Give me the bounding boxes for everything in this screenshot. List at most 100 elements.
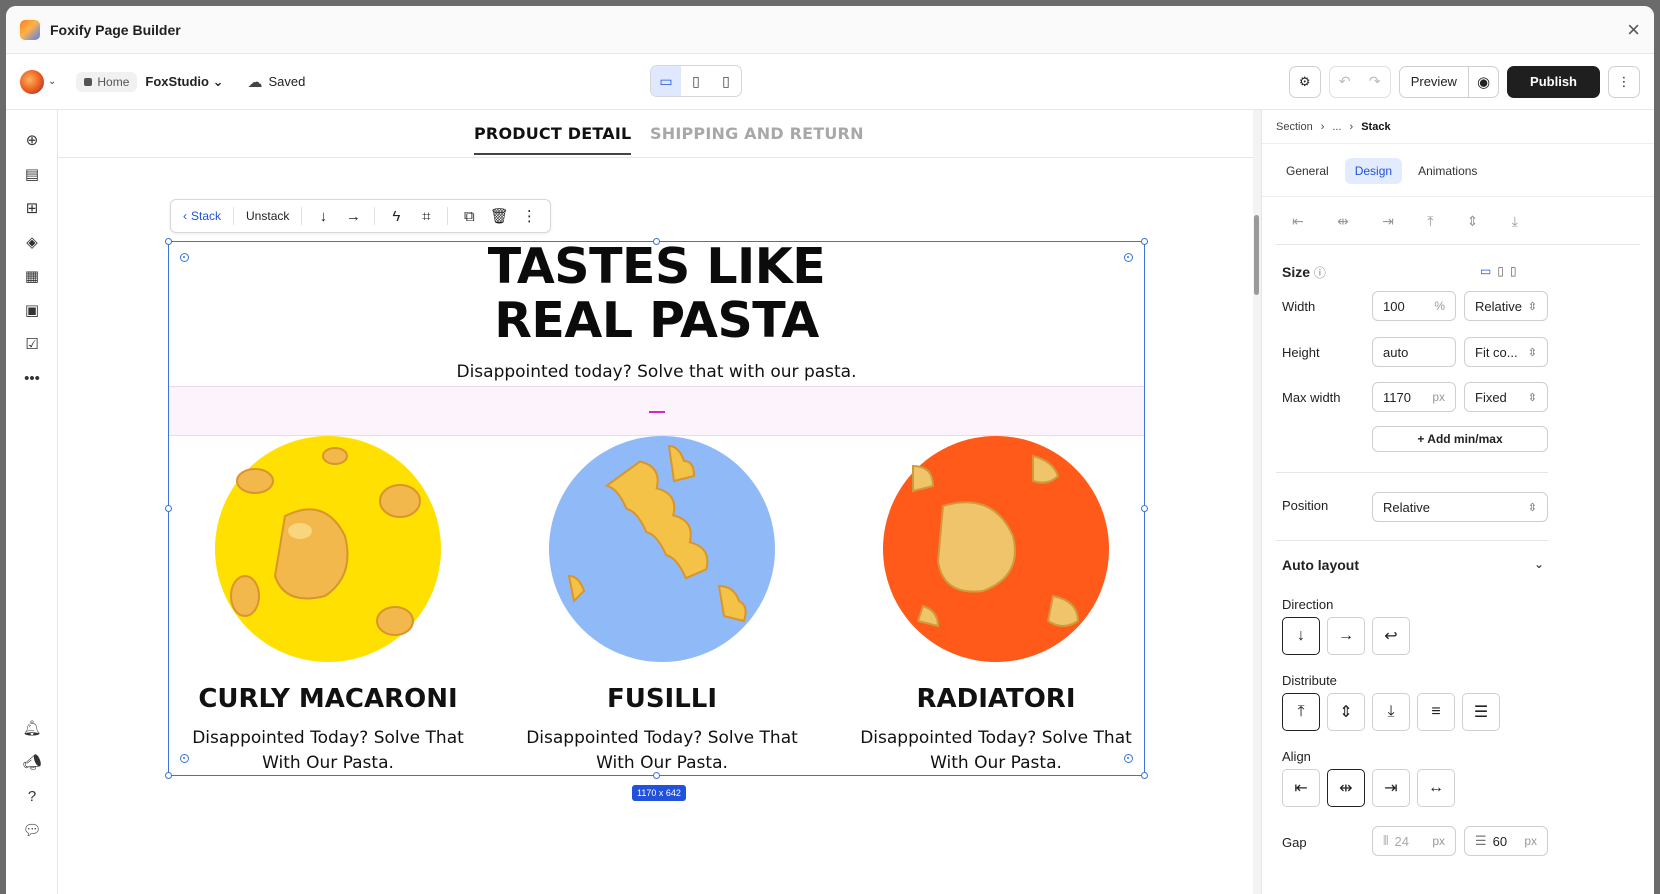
chevron-right-icon: › (1320, 120, 1325, 133)
gap-column-input[interactable]: ⫴ 24 px (1372, 826, 1456, 856)
stack-back-button[interactable]: ‹ Stack (177, 209, 227, 223)
close-icon[interactable]: × (1627, 18, 1640, 41)
distribute-space-around-button[interactable]: ☰ (1462, 693, 1500, 731)
templates-icon[interactable]: ▣ (22, 300, 42, 320)
mobile-icon[interactable]: ▯ (1510, 264, 1517, 278)
settings-sliders-button[interactable]: ⚙ (1288, 65, 1321, 98)
more-icon[interactable]: ••• (22, 368, 42, 388)
max-width-mode-select[interactable]: Fixed ⇳ (1464, 382, 1548, 412)
arrow-down-icon[interactable]: ↓ (308, 208, 338, 225)
megaphone-icon[interactable]: 📣︎ (22, 752, 42, 772)
breadcrumb-section[interactable]: Section (1276, 121, 1313, 133)
distribute-top-button[interactable]: ⤒ (1282, 693, 1320, 731)
resize-handle[interactable] (1141, 505, 1148, 512)
desktop-icon[interactable]: ▭ (651, 66, 681, 96)
distribute-space-between-button[interactable]: ≡ (1417, 693, 1455, 731)
avatar[interactable] (20, 69, 44, 94)
resize-handle[interactable] (1141, 772, 1148, 779)
gap-row-value: 60 (1492, 833, 1508, 849)
layers-icon[interactable]: ◈ (22, 232, 42, 252)
sections-icon[interactable]: ▤ (22, 164, 42, 184)
resize-handle[interactable] (165, 505, 172, 512)
help-icon[interactable]: ? (22, 786, 42, 806)
align-left-icon[interactable]: ⇤ (1292, 213, 1304, 230)
align-center-h-icon[interactable]: ⇹ (1337, 213, 1349, 230)
breadcrumb-ellipsis[interactable]: ... (1332, 121, 1341, 133)
chevron-down-icon[interactable]: ⌄ (1534, 557, 1544, 571)
tablet-icon[interactable]: ▯ (681, 66, 711, 96)
padding-handle[interactable] (1124, 253, 1133, 262)
canvas-scrollbar[interactable] (1253, 110, 1261, 894)
resize-handle[interactable] (1141, 238, 1148, 245)
tab-animations[interactable]: Animations (1408, 158, 1487, 184)
align-center-button[interactable]: ⇹ (1327, 769, 1365, 807)
resize-handle[interactable] (165, 772, 172, 779)
padding-handle[interactable] (1124, 754, 1133, 763)
padding-handle[interactable] (180, 754, 189, 763)
kebab-icon[interactable]: ⋮ (514, 207, 544, 225)
align-middle-v-icon[interactable]: ⇕ (1467, 213, 1479, 230)
distribute-center-button[interactable]: ⇕ (1327, 693, 1365, 731)
eye-icon[interactable]: ◉ (1467, 66, 1498, 97)
redo-icon[interactable]: ↷ (1360, 67, 1390, 97)
mobile-icon[interactable]: ▯ (711, 66, 741, 96)
desktop-icon[interactable]: ▭ (1480, 264, 1491, 278)
tablet-icon[interactable]: ▯ (1497, 264, 1504, 278)
arrow-right-icon[interactable]: → (338, 208, 368, 225)
divider (1276, 472, 1548, 473)
add-icon[interactable]: ⊕ (22, 130, 42, 150)
tab-design[interactable]: Design (1344, 158, 1403, 184)
trash-icon[interactable]: 🗑︎ (484, 207, 514, 225)
breadcrumb-home[interactable]: Home (76, 71, 138, 92)
bell-icon[interactable]: 🔔︎ (22, 718, 42, 738)
align-stretch-button[interactable]: ↔ (1417, 769, 1455, 807)
scrollbar-thumb[interactable] (1254, 215, 1259, 295)
row-gap-icon: ☰ (1475, 833, 1487, 848)
tab-product-detail[interactable]: PRODUCT DETAIL (474, 124, 632, 155)
tab-shipping-and-return[interactable]: SHIPPING AND RETURN (650, 124, 864, 143)
chat-icon[interactable]: 💬︎ (22, 820, 42, 840)
resize-handle[interactable] (165, 238, 172, 245)
app-logo-icon (20, 19, 40, 40)
align-end-button[interactable]: ⇥ (1372, 769, 1410, 807)
height-input[interactable]: auto (1372, 337, 1456, 367)
unstack-button[interactable]: Unstack (240, 209, 295, 223)
chevron-down-icon[interactable]: ⌄ (48, 76, 56, 87)
add-minmax-button[interactable]: + Add min/max (1372, 426, 1548, 452)
width-mode-select[interactable]: Relative ⇳ (1464, 291, 1548, 321)
editor-canvas[interactable]: PRODUCT DETAIL SHIPPING AND RETURN ‹ Stac… (59, 110, 1253, 894)
focus-icon[interactable]: ⌗ (411, 208, 441, 225)
pages-icon[interactable]: ▦ (22, 266, 42, 286)
direction-vertical-button[interactable]: ↓ (1282, 617, 1320, 655)
duplicate-icon[interactable]: ⧉ (454, 208, 484, 225)
store-selector[interactable]: FoxStudio ⌄ (145, 74, 223, 90)
width-input[interactable]: 100 % (1372, 291, 1456, 321)
publish-button[interactable]: Publish (1507, 65, 1600, 98)
undo-icon[interactable]: ↶ (1330, 67, 1360, 97)
height-mode-select[interactable]: Fit co... ⇳ (1464, 337, 1548, 367)
position-select[interactable]: Relative ⇳ (1372, 492, 1548, 522)
align-top-icon[interactable]: ⤒ (1427, 213, 1433, 230)
properties-panel: Section › ... › Stack General Design Ani… (1261, 110, 1654, 894)
align-bottom-icon[interactable]: ⤓ (1512, 213, 1518, 230)
resize-handle[interactable] (653, 772, 660, 779)
align-right-icon[interactable]: ⇥ (1382, 213, 1394, 230)
distribute-bottom-button[interactable]: ⤓ (1372, 693, 1410, 731)
position-value: Relative (1383, 499, 1430, 515)
info-icon[interactable]: ⓘ (1314, 266, 1326, 280)
direction-wrap-button[interactable]: ↩ (1372, 617, 1410, 655)
elements-icon[interactable]: ⊞ (22, 198, 42, 218)
gap-row-input[interactable]: ☰ 60 px (1464, 826, 1548, 856)
resize-handle[interactable] (653, 238, 660, 245)
checklist-icon[interactable]: ☑ (22, 334, 42, 354)
preview-button[interactable]: Preview (1400, 67, 1468, 97)
width-label: Width (1282, 299, 1316, 314)
tab-general[interactable]: General (1276, 158, 1339, 184)
lightning-icon[interactable]: ϟ (381, 208, 411, 225)
more-menu-button[interactable]: ⋮ (1608, 65, 1640, 98)
max-width-input[interactable]: 1170 px (1372, 382, 1456, 412)
chevron-left-icon: ‹ (183, 209, 187, 223)
align-start-button[interactable]: ⇤ (1282, 769, 1320, 807)
padding-handle[interactable] (180, 253, 189, 262)
direction-horizontal-button[interactable]: → (1327, 617, 1365, 655)
